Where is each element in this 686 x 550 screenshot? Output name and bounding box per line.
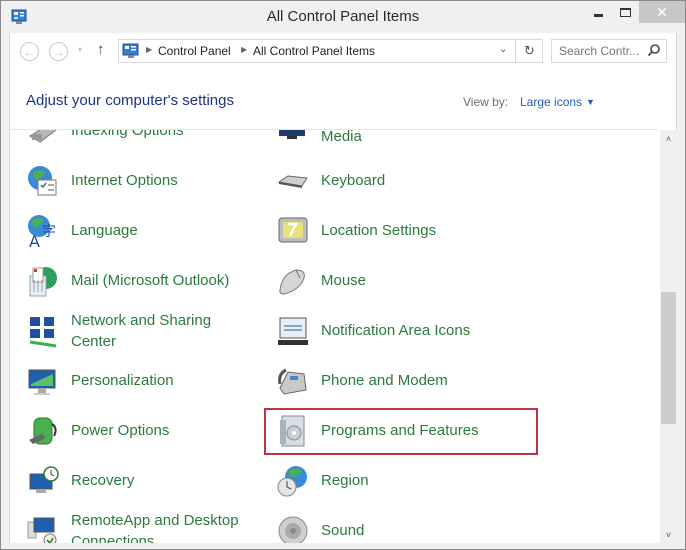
internet-options-icon [28,166,57,196]
back-button[interactable]: ← [20,42,39,61]
chevron-down-icon: ▾ [78,45,83,54]
address-bar[interactable]: ▶ Control Panel ▶ All Control Panel Item… [118,39,543,63]
items-list: Indexing Options Internet Options A字 Lan… [10,130,660,543]
page-title: Adjust your computer's settings [26,92,234,109]
breadcrumb-control-panel[interactable]: Control Panel [158,44,231,58]
recovery-icon [29,466,59,493]
item-label: Sound [321,522,365,539]
title-bar: All Control Panel Items ✕ [1,1,685,33]
item-label: Location Settings [321,222,437,239]
breadcrumb-separator-icon[interactable]: ▶ [146,45,152,54]
forward-button[interactable]: → [49,42,68,61]
item-label: Mail (Microsoft Outlook) [71,272,230,289]
minimize-icon [593,13,603,17]
breadcrumb-separator-icon[interactable]: ▶ [241,45,247,54]
network-icon [29,317,57,348]
item-label: Region [321,472,369,489]
item-label: Power Options [71,422,170,439]
back-arrow-icon: ← [23,44,36,59]
power-icon [29,417,57,445]
sound-icon [278,516,308,543]
item-label: Recovery [71,472,135,489]
notification-icon [278,317,308,345]
search-box[interactable] [551,39,667,63]
item-label: Internet Options [71,172,178,189]
item-label: Keyboard [321,172,386,189]
media-icon [279,130,305,139]
item-label: Phone and Modem [321,372,448,389]
up-button[interactable]: ↑ [97,41,105,58]
close-button[interactable]: ✕ [639,1,685,23]
navigation-bar: ← → ▾ ↑ ▶ Control Panel ▶ All Control Pa… [9,33,677,71]
item-label-line2: Center [71,333,117,350]
remoteapp-icon [27,517,57,543]
scroll-down-button[interactable]: ˅ [660,526,677,543]
mail-icon [29,267,57,297]
chevron-down-icon: ˅ [665,529,672,540]
close-icon: ✕ [656,3,668,20]
svg-text:字: 字 [42,224,56,240]
scroll-thumb[interactable] [661,292,676,424]
keyboard-icon [277,175,308,188]
highlight-box [264,408,538,455]
maximize-button[interactable] [611,1,639,23]
item-label-line2: Connections [71,533,155,543]
control-panel-icon [122,43,139,58]
indexing-icon [29,130,57,143]
search-icon[interactable] [647,43,661,57]
view-by-arrow-icon[interactable]: ▼ [586,97,595,107]
recent-locations-button[interactable]: ▾ [78,45,82,54]
location-icon [278,217,308,243]
item-label: Language [71,222,138,239]
refresh-button[interactable]: ↻ [515,40,543,62]
scroll-up-button[interactable]: ˄ [660,130,677,147]
content-pane: Adjust your computer's settings View by:… [9,71,677,543]
control-panel-window: All Control Panel Items ✕ ← → ▾ ↑ ▶ Cont… [0,0,686,550]
item-label: Indexing Options [71,130,184,139]
maximize-icon [619,7,631,17]
view-by-label: View by: [463,95,509,109]
region-icon [277,466,307,497]
vertical-scrollbar[interactable]: ˄ ˅ [660,130,677,543]
item-label: RemoteApp and Desktop [71,512,239,529]
item-label: Mouse [321,272,367,289]
breadcrumb-all-items[interactable]: All Control Panel Items [253,44,375,58]
phone-icon [278,368,307,395]
refresh-icon: ↻ [524,43,535,58]
forward-arrow-icon: → [52,44,65,59]
chevron-up-icon: ˄ [665,133,672,144]
view-by-dropdown[interactable]: Large icons [520,95,582,109]
minimize-button[interactable] [583,1,613,23]
item-label: Network and Sharing [71,312,212,329]
item-label: Notification Area Icons [321,322,471,339]
mouse-icon [279,269,305,295]
search-input[interactable] [552,40,648,62]
item-label: Media [321,130,362,145]
svg-text:A: A [29,232,40,248]
up-arrow-icon: ↑ [97,41,105,58]
language-icon: A字 [28,215,56,248]
address-dropdown-icon[interactable]: ⌄ [499,44,507,55]
item-label: Personalization [71,372,174,389]
personalization-icon [28,369,56,395]
